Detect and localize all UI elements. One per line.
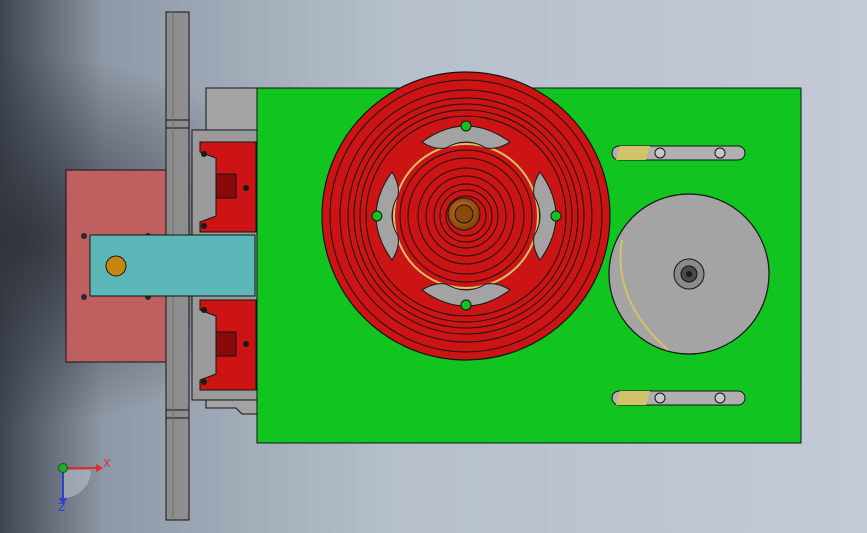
- carriage-screw: [201, 151, 207, 157]
- carriage-screw: [243, 341, 249, 347]
- adjustment-slot-top[interactable]: [611, 145, 746, 161]
- axis-z-label: Z: [58, 501, 66, 514]
- mounting-bolt: [81, 233, 87, 239]
- cad-viewport[interactable]: X Z: [0, 0, 867, 533]
- pivot-bolt-icon: [105, 255, 127, 277]
- adjustment-slot-bottom[interactable]: [611, 390, 746, 406]
- pulley-screw: [460, 299, 472, 311]
- assembly-drawing[interactable]: [0, 0, 867, 533]
- grey-cam-disk[interactable]: [608, 193, 770, 355]
- carriage-screw: [243, 185, 249, 191]
- slot-screw-icon: [714, 392, 726, 404]
- axis-x-label: X: [103, 457, 111, 470]
- carriage-screw: [201, 223, 207, 229]
- slot-screw-icon: [654, 392, 666, 404]
- teal-connecting-bar[interactable]: [89, 234, 256, 297]
- red-pulley-wheel[interactable]: [321, 71, 611, 361]
- carriage-screw: [201, 307, 207, 313]
- carriage-screw: [201, 379, 207, 385]
- slot-screw-icon: [654, 147, 666, 159]
- pulley-screw: [371, 210, 383, 222]
- slot-screw-icon: [714, 147, 726, 159]
- mounting-bolt: [81, 294, 87, 300]
- pulley-screw: [550, 210, 562, 222]
- pulley-screw: [460, 120, 472, 132]
